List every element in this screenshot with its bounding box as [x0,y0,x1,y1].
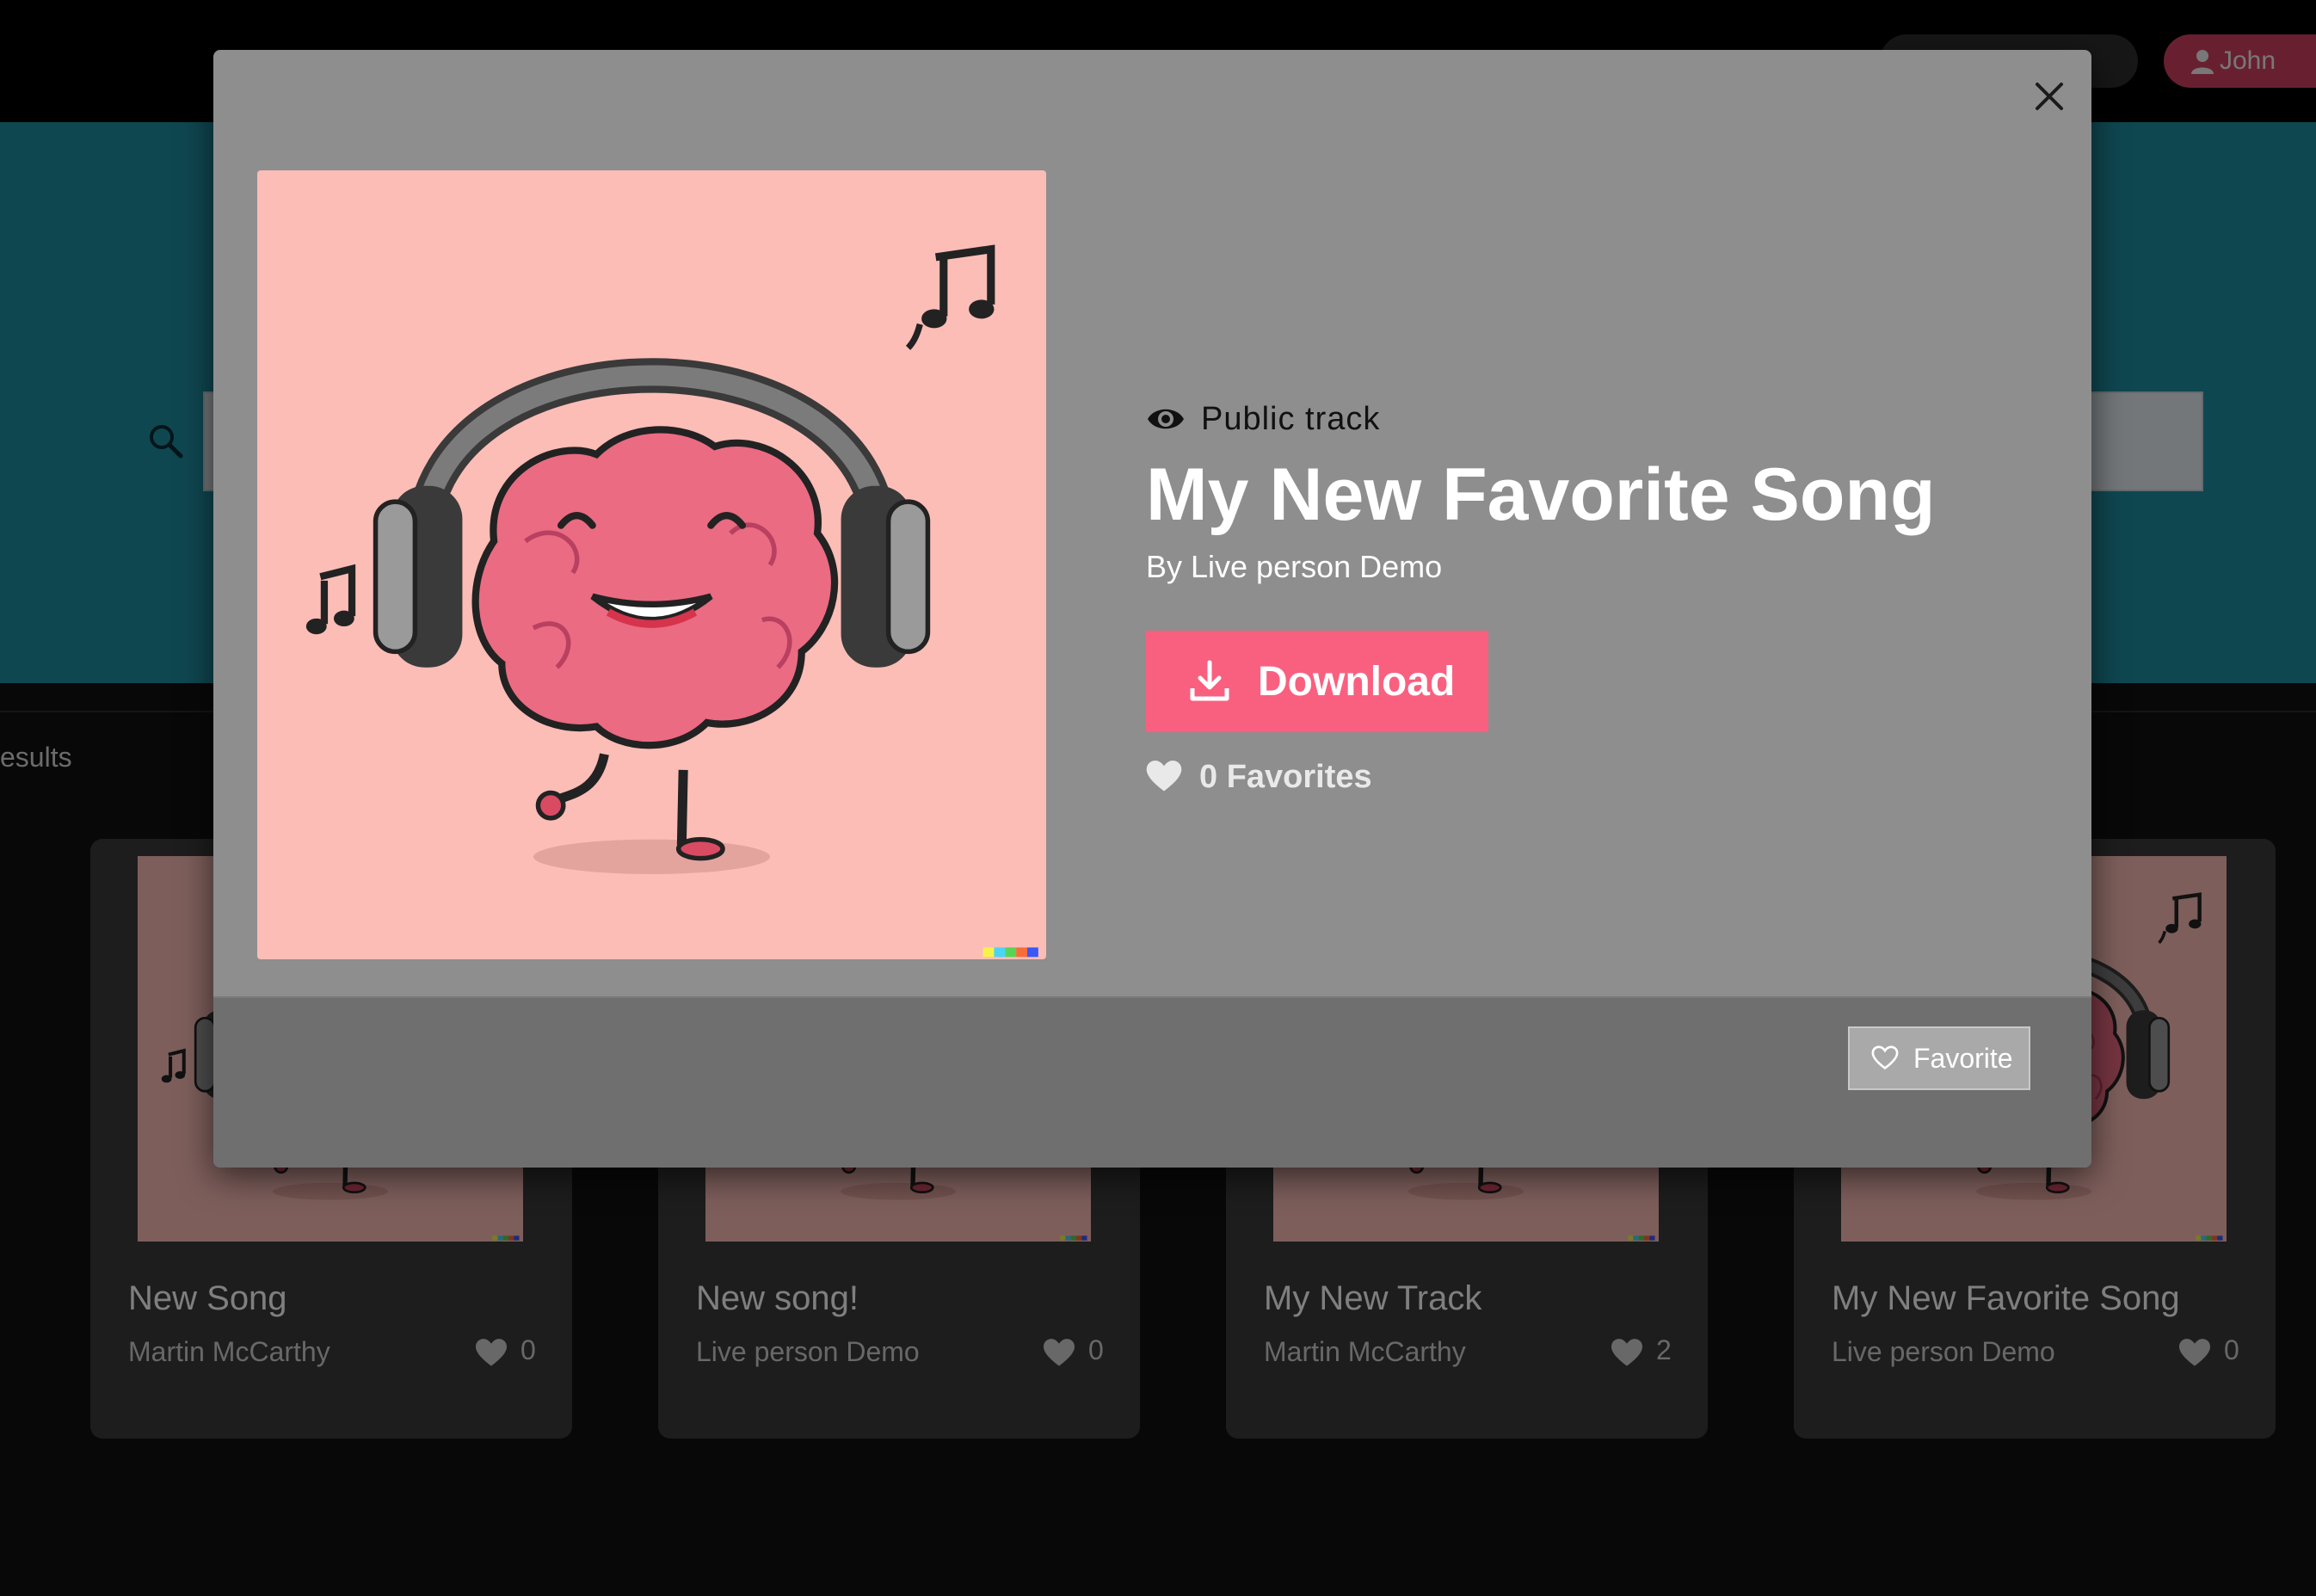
visibility-label: Public track [1201,400,1381,437]
heart-icon [1146,761,1182,792]
song-artist: By Live person Demo [1146,549,1443,584]
download-button[interactable]: Download [1146,631,1488,732]
eye-icon [1148,409,1184,429]
heart-outline-icon [1871,1045,1899,1069]
favorite-button-label: Favorite [1913,1042,2013,1074]
close-icon[interactable] [2029,76,2070,117]
modal-cover-image [257,170,1046,959]
visibility-status: Public track [1146,397,1380,441]
favorites-count-row: 0 Favorites [1146,751,1372,803]
favorite-button[interactable]: Favorite [1848,1026,2030,1090]
download-label: Download [1258,658,1456,705]
song-title: My New Favorite Song [1146,453,1936,536]
track-detail-modal: Public track My New Favorite Song By Liv… [213,50,2091,1168]
download-icon [1190,660,1229,701]
favorites-count: 0 Favorites [1199,758,1372,795]
modal-footer: Favorite [213,996,2091,1168]
